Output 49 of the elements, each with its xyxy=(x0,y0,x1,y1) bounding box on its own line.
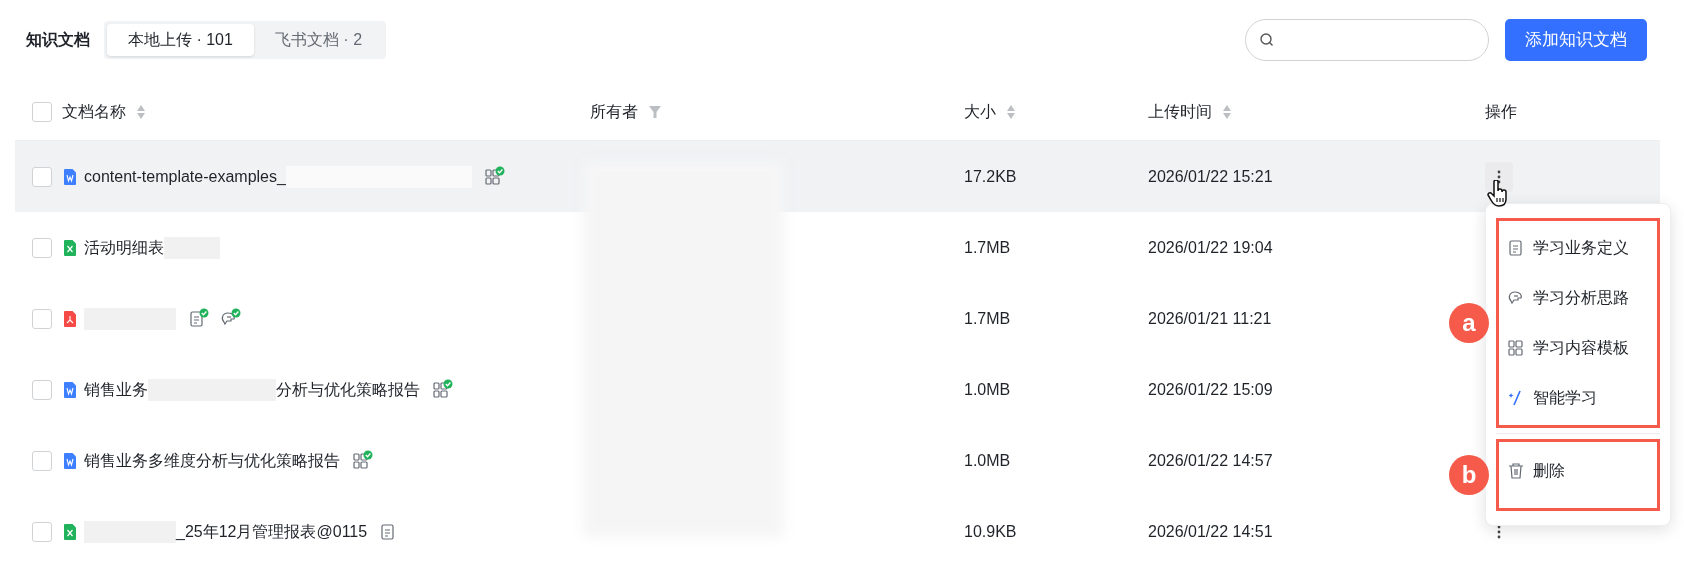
column-header: 文档名称 xyxy=(62,101,126,122)
file-icon xyxy=(63,380,77,399)
file-name: 销售业务多维度分析与优化策略报告 xyxy=(84,450,340,471)
menu-item[interactable]: 智能学习 xyxy=(1499,373,1657,423)
menu-item[interactable]: 删除 xyxy=(1499,446,1657,496)
file-name: 分析与优化策略报告 xyxy=(276,379,420,400)
table-cell: 2026/01/21 11:21 xyxy=(1148,309,1272,327)
file-name: 活动明细表 xyxy=(84,237,164,258)
checkbox[interactable] xyxy=(32,521,52,542)
checkbox[interactable] xyxy=(32,308,52,329)
add-document-button[interactable]: 添加知识文档 xyxy=(1505,19,1647,61)
table-cell: 1.7MB xyxy=(964,238,1011,256)
file-icon xyxy=(63,451,77,470)
table-cell: 2026/01/22 14:57 xyxy=(1148,451,1273,469)
more-button[interactable] xyxy=(1485,161,1513,192)
column-header: 大小 xyxy=(964,101,996,122)
search-icon xyxy=(1259,32,1275,48)
page-title: 知识文档 xyxy=(26,30,90,50)
table-cell: 2026/01/22 15:09 xyxy=(1148,380,1273,398)
table-cell: 17.2KB xyxy=(964,167,1017,185)
table-cell: 2026/01/22 15:21 xyxy=(1148,167,1273,185)
sort-icon[interactable] xyxy=(136,103,146,120)
file-icon xyxy=(63,522,77,541)
checkbox[interactable] xyxy=(32,101,52,122)
column-header: 上传时间 xyxy=(1148,101,1212,122)
checkbox[interactable] xyxy=(32,379,52,400)
checkbox[interactable] xyxy=(32,237,52,258)
table-cell: 1.0MB xyxy=(964,451,1011,469)
file-icon xyxy=(63,238,77,257)
file-name: content-template-examples_ xyxy=(84,166,286,187)
table-cell: 2026/01/22 19:04 xyxy=(1148,238,1273,256)
table-cell: 1.7MB xyxy=(964,309,1011,327)
sort-icon[interactable] xyxy=(1006,103,1016,120)
file-name: 销售业务 xyxy=(84,379,148,400)
filter-icon[interactable] xyxy=(648,104,662,119)
table-cell: 1.0MB xyxy=(964,380,1011,398)
checkbox[interactable] xyxy=(32,166,52,187)
column-header: 操作 xyxy=(1485,101,1517,122)
table-cell: 2026/01/22 14:51 xyxy=(1148,522,1273,540)
checkbox[interactable] xyxy=(32,450,52,471)
file-icon xyxy=(63,309,77,328)
column-header: 所有者 xyxy=(590,101,638,122)
table-cell: 10.9KB xyxy=(964,522,1017,540)
tab[interactable]: 飞书文档 · 2 xyxy=(253,24,384,56)
tab[interactable]: 本地上传 · 101 xyxy=(107,24,254,56)
sort-icon[interactable] xyxy=(1222,103,1232,120)
file-icon xyxy=(63,167,77,186)
menu-item[interactable]: 学习业务定义 xyxy=(1499,223,1657,273)
file-name: _25年12月管理报表@0115 xyxy=(176,521,368,542)
